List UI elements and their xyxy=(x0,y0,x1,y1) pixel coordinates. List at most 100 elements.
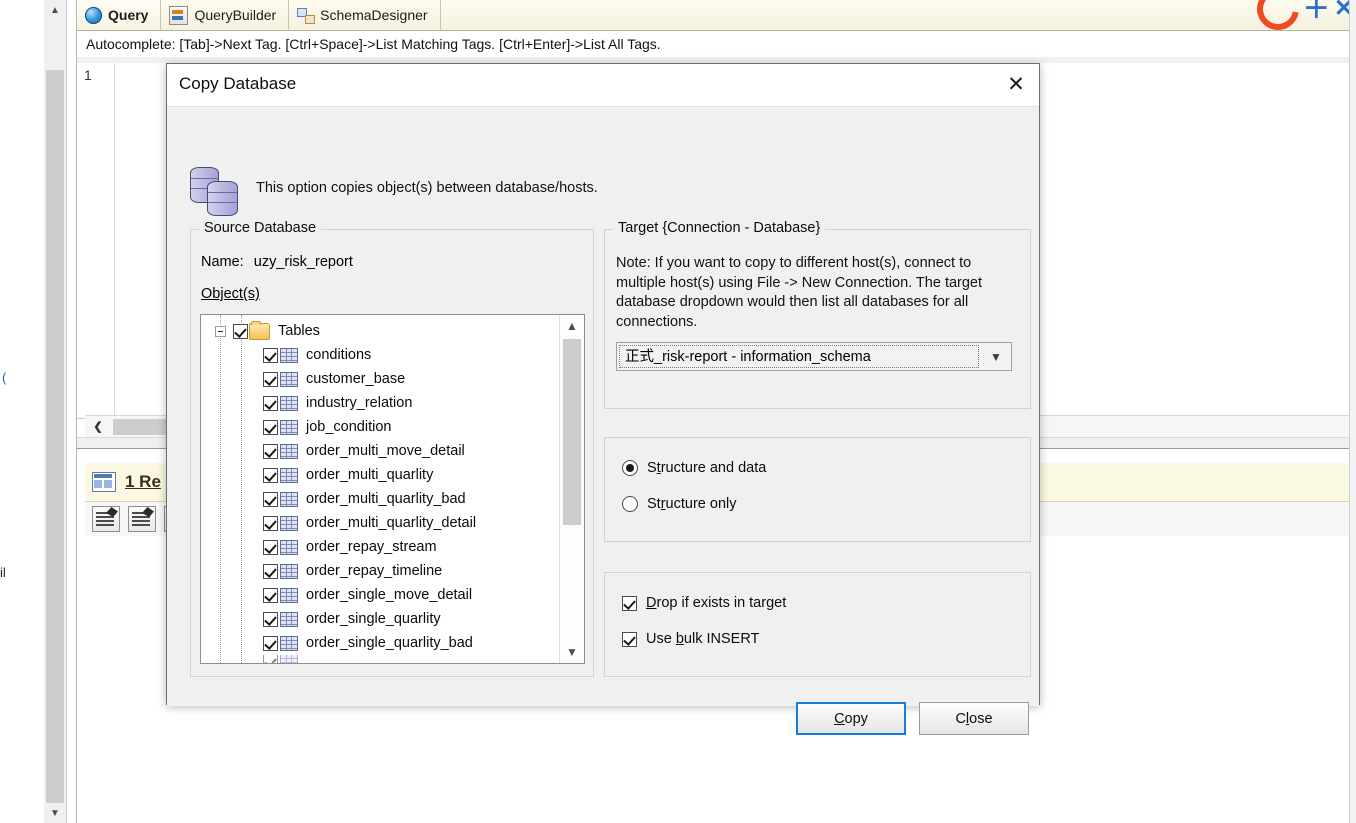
tree-scrollbar-thumb[interactable] xyxy=(563,339,581,525)
tab-schemadesigner[interactable]: SchemaDesigner xyxy=(289,0,441,30)
checkbox-table[interactable] xyxy=(263,491,278,507)
left-edge-glyph-lower: il xyxy=(0,565,6,580)
checkbox-drop-if-exists[interactable]: Drop if exists in target xyxy=(622,595,786,611)
table-row[interactable]: job_condition xyxy=(201,415,559,439)
refresh-grid-icon[interactable] xyxy=(128,506,156,532)
results-tab-label: 1 Re xyxy=(125,472,161,491)
scroll-up-icon[interactable]: ▲ xyxy=(44,0,66,20)
tree-scroll-up-icon[interactable]: ▲ xyxy=(560,315,584,337)
table-icon xyxy=(280,587,298,603)
table-row[interactable]: order_multi_move_detail xyxy=(201,439,559,463)
table-row[interactable]: order_multi_quarlity xyxy=(201,463,559,487)
checkbox-table[interactable] xyxy=(263,611,278,627)
table-row[interactable]: industry_relation xyxy=(201,391,559,415)
checkbox-icon-checked[interactable] xyxy=(622,595,637,611)
object-tree-rows[interactable]: Tables conditions customer_base industry… xyxy=(201,315,559,663)
object-tree[interactable]: Tables conditions customer_base industry… xyxy=(200,314,585,664)
dialog-body: This option copies object(s) between dat… xyxy=(167,107,1039,735)
copy-button[interactable]: Copy xyxy=(796,702,906,735)
results-grid-icon xyxy=(92,472,116,492)
query-builder-icon xyxy=(169,5,189,25)
globe-icon xyxy=(85,6,102,24)
table-row[interactable]: customer_base xyxy=(201,367,559,391)
copy-options-group: Drop if exists in target Use bulk INSERT xyxy=(604,572,1031,677)
checkbox-table[interactable] xyxy=(263,635,278,651)
left-edge-glyph-upper: ( xyxy=(2,370,7,385)
target-note: Note: If you want to copy to different h… xyxy=(616,255,983,330)
copy-database-dialog: Copy Database ✕ This option copies objec… xyxy=(166,63,1040,735)
checkbox-table[interactable] xyxy=(263,467,278,483)
radio-structure-and-data[interactable]: Structure and data xyxy=(622,460,766,476)
folder-icon xyxy=(249,320,270,340)
radio-structure-and-data-label: Structure and data xyxy=(647,460,767,476)
source-name-value: uzy_risk_report xyxy=(253,254,353,270)
checkbox-table[interactable] xyxy=(263,371,278,387)
export-grid-icon[interactable] xyxy=(92,506,120,532)
table-name: customer_base xyxy=(306,371,406,387)
tree-row-tables[interactable]: Tables xyxy=(201,319,559,343)
close-icon[interactable]: ✕ xyxy=(993,64,1039,105)
checkbox-table[interactable] xyxy=(263,563,278,579)
tree-scroll-down-icon[interactable]: ▼ xyxy=(560,641,584,663)
target-connection-group: Target {Connection - Database} Note: If … xyxy=(604,220,1031,409)
radio-icon-unselected[interactable] xyxy=(622,496,638,512)
scrollbar-thumb[interactable] xyxy=(46,70,64,805)
checkbox-table[interactable] xyxy=(263,587,278,603)
tree-vertical-scrollbar[interactable]: ▲ ▼ xyxy=(559,315,584,663)
tab-query[interactable]: Query xyxy=(77,0,162,30)
table-row[interactable]: order_multi_quarlity_bad xyxy=(201,487,559,511)
plus-icon[interactable]: ＋ xyxy=(1303,0,1330,23)
top-right-icon-cluster[interactable]: ＋ ✕ xyxy=(1248,0,1356,39)
target-database-value[interactable]: 正式_risk-report - information_schema xyxy=(619,345,979,368)
editor-line-number: 1 xyxy=(84,67,92,83)
tab-querybuilder-label: QueryBuilder xyxy=(194,7,277,23)
table-name: order_single_quarlity_bad xyxy=(306,635,473,651)
table-row[interactable]: order_multi_quarlity_detail xyxy=(201,511,559,535)
table-icon xyxy=(280,467,298,483)
checkbox-table[interactable] xyxy=(263,515,278,531)
left-vertical-scrollbar[interactable]: ▲ ▼ xyxy=(44,0,67,823)
table-row[interactable]: conditions xyxy=(201,343,559,367)
table-row[interactable]: order_repay_timeline xyxy=(201,559,559,583)
checkbox-table[interactable] xyxy=(263,395,278,411)
chevron-down-icon[interactable]: ▼ xyxy=(981,343,1011,370)
table-icon xyxy=(280,515,298,531)
dialog-title-bar: Copy Database ✕ xyxy=(167,64,1039,107)
scroll-left-icon[interactable]: ❮ xyxy=(88,416,108,437)
table-icon xyxy=(280,611,298,627)
radio-icon-selected[interactable] xyxy=(622,460,638,476)
target-database-dropdown[interactable]: 正式_risk-report - information_schema ▼ xyxy=(616,342,1012,371)
checkbox-table[interactable] xyxy=(263,539,278,555)
source-group-legend: Source Database xyxy=(199,220,322,236)
table-row[interactable]: order_single_quarlity xyxy=(201,607,559,631)
checkbox-table[interactable] xyxy=(263,655,278,663)
table-name: order_multi_quarlity_detail xyxy=(306,515,477,531)
dialog-description: This option copies object(s) between dat… xyxy=(256,180,598,196)
checkbox-icon-checked[interactable] xyxy=(622,631,637,647)
scroll-down-icon[interactable]: ▼ xyxy=(44,803,66,823)
table-name: order_single_quarlity xyxy=(306,611,441,627)
checkbox-use-bulk-insert[interactable]: Use bulk INSERT xyxy=(622,631,759,647)
collapse-icon[interactable] xyxy=(215,326,226,337)
table-row-partial[interactable] xyxy=(201,655,559,663)
dialog-title: Copy Database xyxy=(179,74,297,93)
checkbox-table[interactable] xyxy=(263,443,278,459)
checkbox-table[interactable] xyxy=(263,347,278,363)
copy-mode-group: Structure and data Structure only xyxy=(604,437,1031,542)
checkbox-tables[interactable] xyxy=(233,323,248,339)
source-database-group: Source Database Name: uzy_risk_report Ob… xyxy=(190,220,594,677)
database-cylinder-front xyxy=(207,181,238,216)
checkbox-table[interactable] xyxy=(263,419,278,435)
table-row[interactable]: order_single_move_detail xyxy=(201,583,559,607)
close-button[interactable]: Cl ose xyxy=(919,702,1029,735)
source-name-row: Name: uzy_risk_report xyxy=(201,254,353,270)
table-row[interactable]: order_single_quarlity_bad xyxy=(201,631,559,655)
objects-label: Object(s) xyxy=(201,286,260,302)
tab-querybuilder[interactable]: QueryBuilder xyxy=(161,0,290,30)
table-row[interactable]: order_repay_stream xyxy=(201,535,559,559)
tree-label-tables: Tables xyxy=(278,323,320,339)
table-icon xyxy=(280,395,298,411)
radio-structure-only[interactable]: Structure only xyxy=(622,496,736,512)
table-icon xyxy=(280,371,298,387)
checkbox-drop-if-exists-label: Drop if exists in target xyxy=(646,595,787,611)
